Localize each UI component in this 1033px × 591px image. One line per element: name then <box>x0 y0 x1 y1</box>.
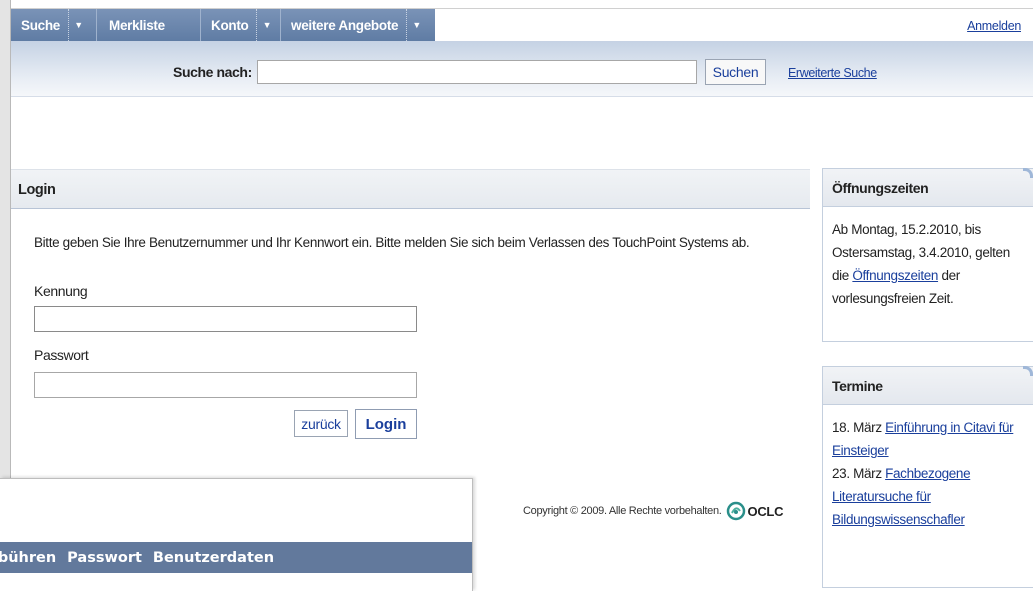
login-panel: Login Bitte geben Sie Ihre Benutzernumme… <box>11 169 810 469</box>
nav-suche-label: Suche <box>21 17 61 33</box>
top-navigation: Suche ▼ Merkliste Konto ▼ weitere Angebo… <box>11 8 1033 41</box>
overlapping-window: ebühren Passwort Benutzerdaten <box>0 478 473 591</box>
login-intro-text: Bitte geben Sie Ihre Benutzernummer und … <box>34 235 750 250</box>
chevron-down-icon[interactable]: ▼ <box>406 9 426 41</box>
oclc-swirl-icon <box>726 501 745 521</box>
window-frame-left <box>0 0 11 480</box>
chevron-down-icon[interactable]: ▼ <box>256 9 276 41</box>
list-item: 23. März Fachbezogene Literatursuche für… <box>832 462 1025 531</box>
oclc-logo-text: OCLC <box>747 503 784 519</box>
nav-merkliste-label: Merkliste <box>109 17 165 33</box>
search-bar: Suche nach: Suchen Erweiterte Suche <box>11 41 1033 97</box>
termin-date: 18. März <box>832 420 886 435</box>
search-label: Suche nach: <box>173 64 252 80</box>
kennung-label: Kennung <box>34 283 88 299</box>
nav-suche[interactable]: Suche ▼ <box>11 9 97 41</box>
search-button[interactable]: Suchen <box>705 59 766 85</box>
copyright-footer: Copyright © 2009. Alle Rechte vorbehalte… <box>523 501 783 521</box>
oeffnungszeiten-title: Öffnungszeiten <box>823 169 1033 207</box>
menu-item-benutzerdaten[interactable]: Benutzerdaten <box>153 550 274 566</box>
oeffnungszeiten-box: Öffnungszeiten Ab Montag, 15.2.2010, bis… <box>822 168 1033 342</box>
menu-item-passwort[interactable]: Passwort <box>67 550 142 566</box>
nav-weitere-angebote-label: weitere Angebote <box>291 17 399 33</box>
oeffnungszeiten-text: Ab Montag, 15.2.2010, bis Ostersamstag, … <box>823 207 1033 310</box>
oclc-logo: OCLC <box>726 501 784 521</box>
login-title: Login <box>11 169 810 209</box>
nav-merkliste[interactable]: Merkliste <box>97 9 201 41</box>
search-input[interactable] <box>257 60 697 84</box>
menu-item-gebuehren[interactable]: ebühren <box>0 550 56 566</box>
copyright-text: Copyright © 2009. Alle Rechte vorbehalte… <box>523 505 722 517</box>
nav-konto-label: Konto <box>211 17 249 33</box>
kennung-field[interactable] <box>34 306 417 332</box>
oeffnungszeiten-link[interactable]: Öffnungszeiten <box>852 268 938 283</box>
main-menu: Suche ▼ Merkliste Konto ▼ weitere Angebo… <box>11 9 435 41</box>
termine-list: 18. März Einführung in Citavi für Einste… <box>823 405 1033 531</box>
chevron-down-icon[interactable]: ▼ <box>68 9 88 41</box>
passwort-label: Passwort <box>34 347 89 363</box>
termine-title: Termine <box>823 367 1033 405</box>
anmelden-link[interactable]: Anmelden <box>967 19 1021 33</box>
account-menu-bar: ebühren Passwort Benutzerdaten <box>0 542 472 573</box>
advanced-search-link[interactable]: Erweiterte Suche <box>788 66 877 80</box>
termine-box: Termine 18. März Einführung in Citavi fü… <box>822 366 1033 588</box>
passwort-field[interactable] <box>34 372 417 398</box>
nav-weitere-angebote[interactable]: weitere Angebote ▼ <box>281 9 435 41</box>
login-button[interactable]: Login <box>355 409 417 439</box>
termin-date: 23. März <box>832 466 886 481</box>
nav-konto[interactable]: Konto ▼ <box>201 9 281 41</box>
back-button[interactable]: zurück <box>294 410 348 437</box>
list-item: 18. März Einführung in Citavi für Einste… <box>832 416 1025 462</box>
